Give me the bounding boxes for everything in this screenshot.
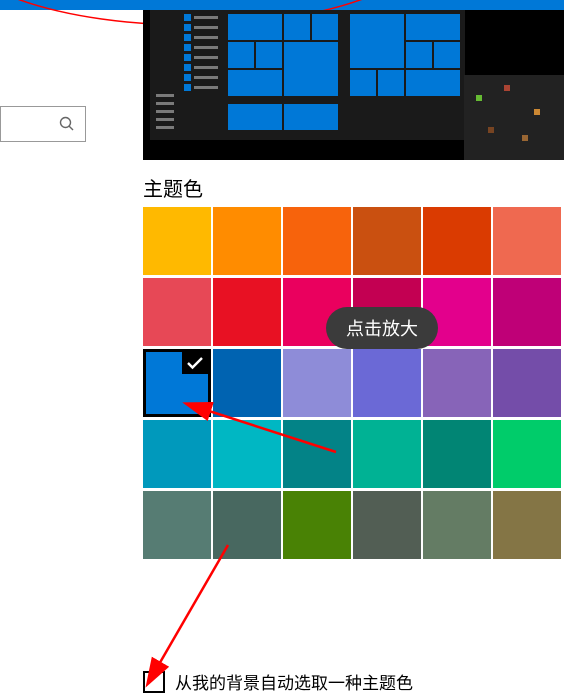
color-swatch[interactable] (283, 491, 351, 559)
color-swatch[interactable] (423, 349, 491, 417)
window-top-bar (0, 0, 564, 10)
color-swatch[interactable] (283, 420, 351, 488)
section-heading-accent-color: 主题色 (143, 173, 203, 202)
color-swatch[interactable] (423, 491, 491, 559)
search-input[interactable] (0, 106, 86, 142)
color-swatch[interactable] (493, 491, 561, 559)
color-swatch[interactable] (213, 420, 281, 488)
color-swatch[interactable] (493, 207, 561, 275)
color-swatch[interactable] (143, 207, 211, 275)
selected-check-icon (182, 352, 208, 374)
color-swatch[interactable] (213, 349, 281, 417)
color-swatch[interactable] (493, 420, 561, 488)
color-swatch[interactable] (493, 278, 561, 346)
color-swatch[interactable] (143, 420, 211, 488)
color-swatch[interactable] (353, 420, 421, 488)
color-swatch[interactable] (353, 349, 421, 417)
auto-pick-color-row: 从我的背景自动选取一种主题色 (143, 669, 413, 694)
color-swatch[interactable] (213, 491, 281, 559)
color-swatch[interactable] (143, 278, 211, 346)
tooltip-click-to-enlarge: 点击放大 (326, 307, 438, 349)
color-swatch[interactable] (213, 278, 281, 346)
color-swatch[interactable] (283, 349, 351, 417)
color-swatch[interactable] (143, 491, 211, 559)
color-swatch[interactable] (423, 420, 491, 488)
accent-color-grid (143, 207, 564, 562)
search-icon (59, 116, 75, 132)
color-swatch[interactable] (283, 207, 351, 275)
color-swatch[interactable] (353, 491, 421, 559)
preview-start-menu (150, 10, 465, 140)
auto-pick-color-checkbox[interactable] (143, 671, 165, 693)
color-swatch[interactable] (493, 349, 561, 417)
color-swatch[interactable] (423, 207, 491, 275)
color-swatch[interactable] (353, 207, 421, 275)
color-swatch[interactable] (143, 349, 211, 417)
auto-pick-color-label: 从我的背景自动选取一种主题色 (175, 669, 413, 694)
theme-preview (143, 10, 564, 160)
color-swatch[interactable] (213, 207, 281, 275)
